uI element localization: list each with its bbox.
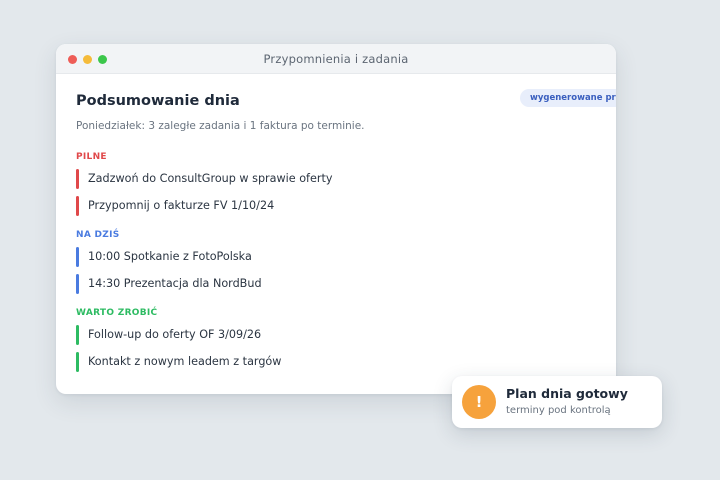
worth-marker (76, 325, 79, 345)
task-label: Follow-up do oferty OF 3/09/26 (88, 328, 262, 341)
worth-marker (76, 352, 79, 372)
task-label: 14:30 Prezentacja dla NordBud (88, 277, 262, 290)
notification-toast[interactable]: ! Plan dnia gotowy terminy pod kontrolą (452, 376, 662, 428)
section-title-urgent: PILNE (76, 152, 107, 162)
urgent-marker (76, 169, 79, 189)
window-title: Przypomnienia i zadania (263, 52, 409, 66)
section-title-today: NA DZIŚ (76, 230, 120, 240)
daily-summary-panel: Podsumowanie dnia wygenerowane przez AI … (76, 74, 616, 394)
task-item[interactable]: Zadzwoń do ConsultGroup w sprawie oferty (76, 169, 556, 189)
ai-generated-badge: wygenerowane przez AI (520, 89, 616, 107)
task-label: 10:00 Spotkanie z FotoPolska (88, 250, 252, 263)
panel-heading: Podsumowanie dnia (76, 93, 240, 109)
task-item[interactable]: Kontakt z nowym leadem z targów (76, 352, 556, 372)
toast-subtitle: terminy pod kontrolą (506, 405, 611, 416)
task-label: Zadzwoń do ConsultGroup w sprawie oferty (88, 172, 333, 185)
urgent-marker (76, 196, 79, 216)
warning-icon: ! (462, 385, 496, 419)
task-item[interactable]: 14:30 Prezentacja dla NordBud (76, 274, 556, 294)
task-label: Kontakt z nowym leadem z targów (88, 355, 282, 368)
app-window: Przypomnienia i zadania Podsumowanie dni… (56, 44, 616, 394)
today-marker (76, 274, 79, 294)
toast-title: Plan dnia gotowy (506, 386, 628, 401)
task-item[interactable]: 10:00 Spotkanie z FotoPolska (76, 247, 556, 267)
task-label: Przypomnij o fakturze FV 1/10/24 (88, 199, 275, 212)
window-titlebar: Przypomnienia i zadania (56, 44, 616, 74)
summary-text: Poniedziałek: 3 zaległe zadania i 1 fakt… (76, 120, 365, 132)
task-item[interactable]: Przypomnij o fakturze FV 1/10/24 (76, 196, 556, 216)
today-marker (76, 247, 79, 267)
task-item[interactable]: Follow-up do oferty OF 3/09/26 (76, 325, 556, 345)
section-title-worth: WARTO ZROBIĆ (76, 308, 158, 318)
